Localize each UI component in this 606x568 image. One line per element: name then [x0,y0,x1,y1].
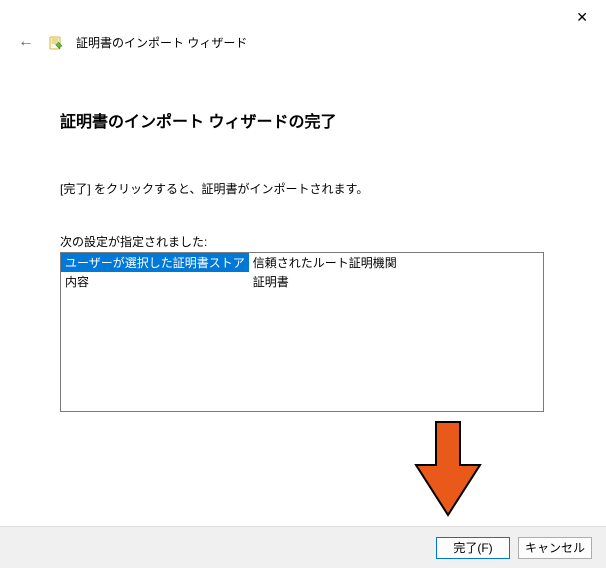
settings-table: ユーザーが選択した証明書ストア信頼されたルート証明機関内容証明書 [61,253,543,291]
wizard-content: 証明書のインポート ウィザードの完了 [完了] をクリックすると、証明書がインポ… [0,52,606,412]
settings-key: 内容 [61,272,249,291]
settings-value: 信頼されたルート証明機関 [249,253,543,272]
wizard-header: ← 証明書のインポート ウィザード [0,0,606,52]
settings-value: 証明書 [249,272,543,291]
instruction-text: [完了] をクリックすると、証明書がインポートされます。 [60,180,546,197]
settings-key: ユーザーが選択した証明書ストア [61,253,249,272]
table-row[interactable]: ユーザーが選択した証明書ストア信頼されたルート証明機関 [61,253,543,272]
table-row[interactable]: 内容証明書 [61,272,543,291]
finish-button[interactable]: 完了(F) [436,537,510,559]
close-icon[interactable]: ✕ [570,8,594,26]
settings-label: 次の設定が指定されました: [60,233,546,250]
wizard-title: 証明書のインポート ウィザード [76,34,247,51]
page-heading: 証明書のインポート ウィザードの完了 [60,108,546,132]
settings-listbox[interactable]: ユーザーが選択した証明書ストア信頼されたルート証明機関内容証明書 [60,252,544,412]
back-arrow-icon[interactable]: ← [16,32,36,52]
wizard-footer: 完了(F) キャンセル [0,526,606,568]
certificate-wizard-icon [48,34,64,50]
cancel-button[interactable]: キャンセル [518,537,592,559]
attention-arrow-annotation [408,420,488,523]
